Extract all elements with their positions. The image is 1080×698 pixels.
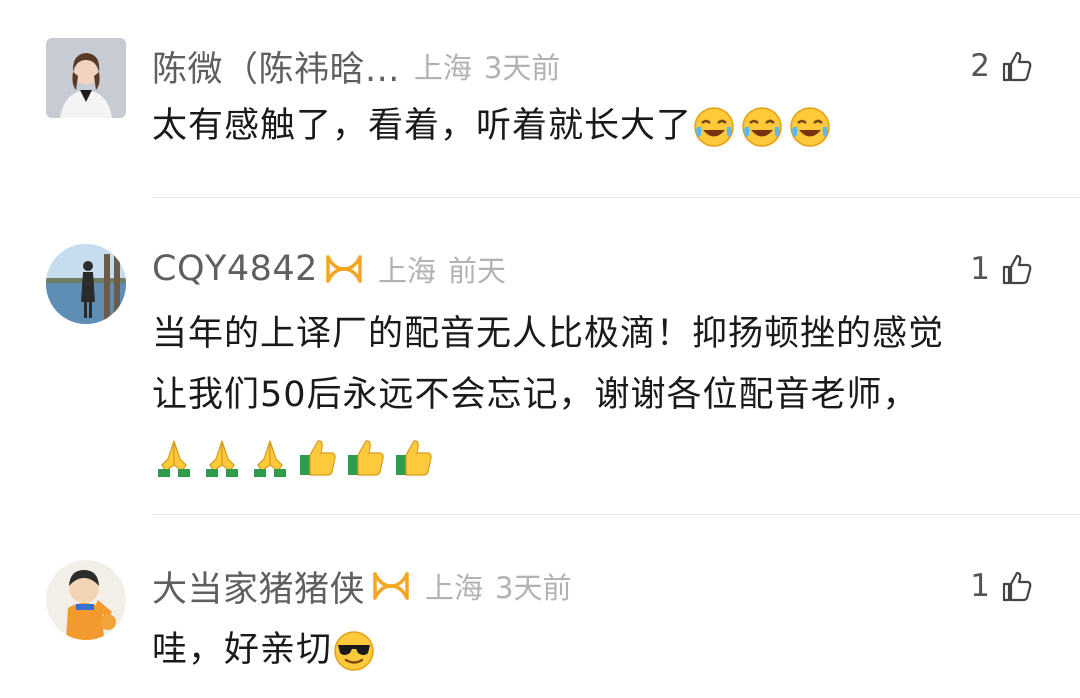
comment-text-line: 哇，好亲切 xyxy=(152,630,333,670)
like-count: 1 xyxy=(970,251,990,287)
comment-text: 哇，好亲切 xyxy=(152,620,1042,681)
emoji-group xyxy=(332,629,376,673)
sunglasses-emoji xyxy=(334,631,374,671)
user-avatar-image xyxy=(46,560,126,640)
pray-emoji xyxy=(254,440,286,477)
comment-text: 当年的上译厂的配音无人比极滴！抑扬顿挫的感觉 让我们50后永远不会忘记，谢谢各位… xyxy=(152,304,1042,487)
comment-header: CQY4842 上海 前天 xyxy=(152,244,506,294)
avatar[interactable] xyxy=(46,560,126,640)
thumbs-up-emoji xyxy=(348,439,384,476)
comment-text-line: 太有感触了，看着，听着就长大了 xyxy=(152,106,693,146)
location-label: 上海 xyxy=(425,571,484,605)
laughing-tears-emoji xyxy=(694,107,734,147)
vip-badge-icon xyxy=(371,568,411,604)
divider xyxy=(152,197,1080,198)
like-button[interactable]: 1 xyxy=(970,561,1034,611)
comment-text-line: 让我们50后永远不会忘记，谢谢各位配音老师， xyxy=(152,375,919,415)
comment-text: 太有感触了，看着，听着就长大了 xyxy=(152,96,1042,157)
thumbs-up-icon[interactable] xyxy=(998,251,1034,287)
thumbs-up-emoji xyxy=(396,439,432,476)
comment-text-line: 当年的上译厂的配音无人比极滴！抑扬顿挫的感觉 xyxy=(152,314,945,354)
timestamp: 3天前 xyxy=(483,51,561,85)
like-count: 1 xyxy=(970,568,990,604)
thumbs-up-icon[interactable] xyxy=(998,568,1034,604)
user-avatar-image xyxy=(46,38,126,118)
timestamp: 前天 xyxy=(447,254,506,288)
timestamp: 3天前 xyxy=(495,571,572,605)
username[interactable]: 大当家猪猪侠 xyxy=(152,561,365,612)
comment-header: 陈微（陈祎晗... 上海 3天前 xyxy=(152,41,560,91)
username[interactable]: 陈微（陈祎晗... xyxy=(152,41,400,92)
like-count: 2 xyxy=(970,48,990,84)
avatar[interactable] xyxy=(46,38,126,118)
pray-emoji xyxy=(206,440,238,477)
avatar[interactable] xyxy=(46,244,126,324)
thumbs-up-emoji xyxy=(300,439,336,476)
laughing-tears-emoji xyxy=(742,107,782,147)
like-button[interactable]: 1 xyxy=(970,244,1034,294)
location-label: 上海 xyxy=(377,254,436,288)
comment-header: 大当家猪猪侠 上海 3天前 xyxy=(152,561,571,611)
emoji-group xyxy=(152,435,436,479)
thumbs-up-icon[interactable] xyxy=(998,48,1034,84)
location-label: 上海 xyxy=(413,51,472,85)
divider xyxy=(152,514,1080,515)
username[interactable]: CQY4842 xyxy=(152,249,318,289)
emoji-group xyxy=(692,105,832,149)
user-avatar-image xyxy=(46,244,126,324)
pray-emoji xyxy=(158,440,190,477)
like-button[interactable]: 2 xyxy=(970,41,1034,91)
vip-badge-icon xyxy=(324,251,364,287)
laughing-tears-emoji xyxy=(790,107,830,147)
